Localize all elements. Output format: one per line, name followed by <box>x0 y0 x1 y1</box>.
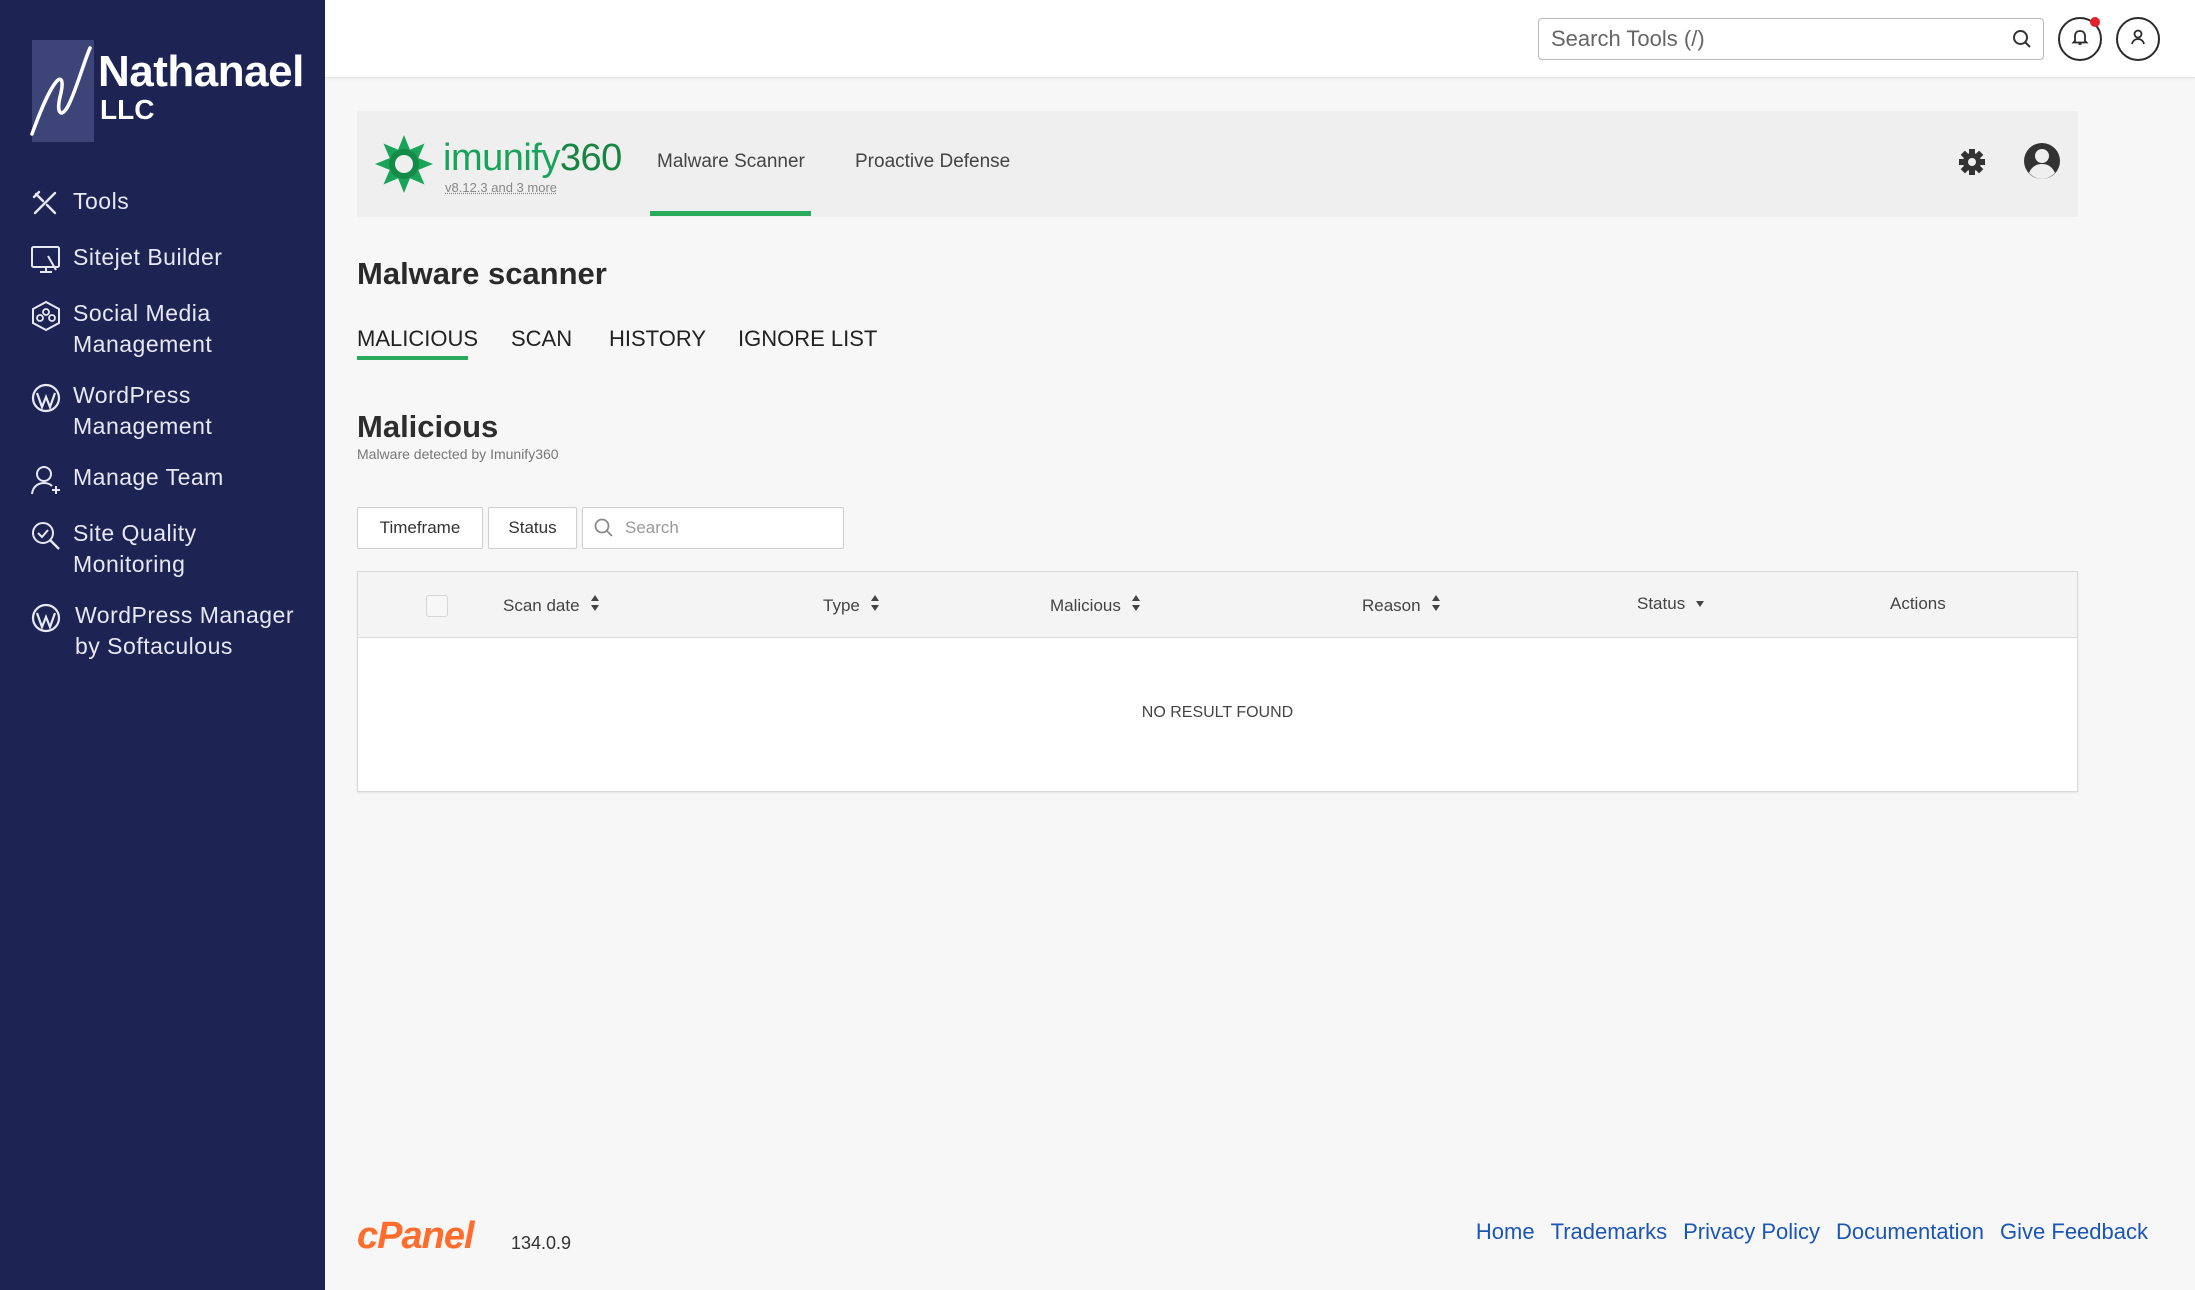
sidebar-item-manage-team[interactable]: Manage Team <box>0 462 325 498</box>
imunify-logo-icon <box>373 133 435 200</box>
column-label: Scan date <box>503 595 580 615</box>
notifications-button[interactable] <box>2058 17 2102 61</box>
user-icon <box>2128 27 2148 52</box>
imunify-brand-name: imunify360 <box>443 137 622 179</box>
svg-text:cPanel: cPanel <box>357 1216 476 1256</box>
page-title: Malware scanner <box>357 256 607 291</box>
brand-name: Nathanael <box>98 47 304 96</box>
sidebar-nav: Tools Sitejet Builder Social Media Manag… <box>0 186 325 682</box>
sidebar-item-sitejet[interactable]: Sitejet Builder <box>0 242 325 278</box>
sidebar: Nathanael LLC Tools Sitejet Builder Soci… <box>0 0 325 1290</box>
empty-state: NO RESULT FOUND <box>1141 704 1294 721</box>
user-plus-icon <box>30 464 64 498</box>
sidebar-item-label: Tools <box>73 188 130 214</box>
cpanel-version: 134.0.9 <box>511 1233 572 1253</box>
sidebar-item-label: Manage Team <box>73 464 224 490</box>
sort-icon <box>1131 594 1141 617</box>
bell-icon <box>2070 27 2090 52</box>
column-label: Malicious <box>1050 595 1121 615</box>
sidebar-item-wordpress-manager[interactable]: WordPress Manager by Softaculous <box>0 600 325 662</box>
search-tools-box <box>1538 18 2044 60</box>
column-label: Type <box>823 595 860 615</box>
cpanel-logo[interactable]: cPanel <box>357 1215 509 1261</box>
search-icon[interactable] <box>2011 28 2033 55</box>
section-title: Malicious <box>357 409 499 444</box>
footer-links: Home Trademarks Privacy Policy Documenta… <box>1460 1219 2148 1245</box>
footer-link-documentation[interactable]: Documentation <box>1836 1219 1984 1245</box>
filter-search-box <box>582 507 844 549</box>
section-subtitle: Malware detected by Imunify360 <box>357 446 559 462</box>
sidebar-item-label: Site Quality Monitoring <box>73 520 197 577</box>
tools-icon <box>30 188 64 222</box>
avatar[interactable] <box>2022 141 2062 186</box>
monitor-icon <box>30 244 64 278</box>
column-malicious[interactable]: Malicious <box>1050 594 1141 617</box>
user-menu-button[interactable] <box>2116 17 2160 61</box>
brand-mark <box>30 40 94 142</box>
tab-scan[interactable]: SCAN <box>511 326 572 352</box>
notification-dot <box>2090 17 2100 27</box>
column-label: Actions <box>1890 594 1946 613</box>
filter-search-input[interactable] <box>625 508 835 548</box>
column-scan-date[interactable]: Scan date <box>503 594 600 617</box>
footer-link-home[interactable]: Home <box>1476 1219 1535 1245</box>
column-actions: Actions <box>1890 594 1946 614</box>
tab-history[interactable]: HISTORY <box>609 326 706 352</box>
tab-malware-scanner[interactable]: Malware Scanner <box>657 151 805 173</box>
sidebar-item-label: Social Media Management <box>73 300 213 357</box>
active-tab-indicator <box>650 211 811 216</box>
chevron-down-icon <box>1695 594 1705 614</box>
tab-ignore-list[interactable]: IGNORE LIST <box>738 326 877 352</box>
footer-link-privacy-policy[interactable]: Privacy Policy <box>1683 1219 1820 1245</box>
wordpress-icon <box>30 382 64 416</box>
imunify-header: imunify360 v8.12.3 and 3 more Malware Sc… <box>357 111 2078 217</box>
table-header: Scan date Type Malicious Reason Status A… <box>358 572 2077 638</box>
sort-icon <box>1431 594 1441 617</box>
sidebar-item-wordpress-management[interactable]: WordPress Management <box>0 380 325 442</box>
social-icon <box>30 300 64 334</box>
column-label: Status <box>1637 594 1686 613</box>
search-tools-input[interactable] <box>1539 19 1979 59</box>
sort-icon <box>590 594 600 617</box>
column-status[interactable]: Status <box>1637 594 1705 614</box>
column-label: Reason <box>1362 595 1421 615</box>
tab-malicious[interactable]: MALICIOUS <box>357 326 478 352</box>
sidebar-item-label: WordPress Management <box>73 382 213 439</box>
sort-icon <box>870 594 880 617</box>
status-filter-button[interactable]: Status <box>488 507 577 549</box>
malicious-table: Scan date Type Malicious Reason Status A… <box>357 571 2078 792</box>
sidebar-item-site-quality[interactable]: Site Quality Monitoring <box>0 518 325 580</box>
timeframe-filter-button[interactable]: Timeframe <box>357 507 483 549</box>
imunify-version[interactable]: v8.12.3 and 3 more <box>445 180 557 195</box>
gear-icon[interactable] <box>1957 147 1987 182</box>
footer-link-give-feedback[interactable]: Give Feedback <box>2000 1219 2148 1245</box>
brand-sub: LLC <box>100 94 155 125</box>
sidebar-item-social-media[interactable]: Social Media Management <box>0 298 325 360</box>
sidebar-item-label: WordPress Manager by Softaculous <box>75 602 294 659</box>
tab-proactive-defense[interactable]: Proactive Defense <box>855 151 1010 173</box>
sidebar-item-label: Sitejet Builder <box>73 244 223 270</box>
search-icon <box>593 517 615 544</box>
search-check-icon <box>30 520 64 554</box>
wordpress-icon <box>30 602 64 636</box>
column-type[interactable]: Type <box>823 594 880 617</box>
column-reason[interactable]: Reason <box>1362 594 1441 617</box>
active-subtab-indicator <box>357 356 468 360</box>
brand-logo[interactable]: Nathanael LLC <box>30 40 304 144</box>
sidebar-item-tools[interactable]: Tools <box>0 186 325 222</box>
footer-link-trademarks[interactable]: Trademarks <box>1551 1219 1668 1245</box>
select-all-checkbox[interactable] <box>426 595 448 617</box>
topbar <box>325 0 2195 78</box>
